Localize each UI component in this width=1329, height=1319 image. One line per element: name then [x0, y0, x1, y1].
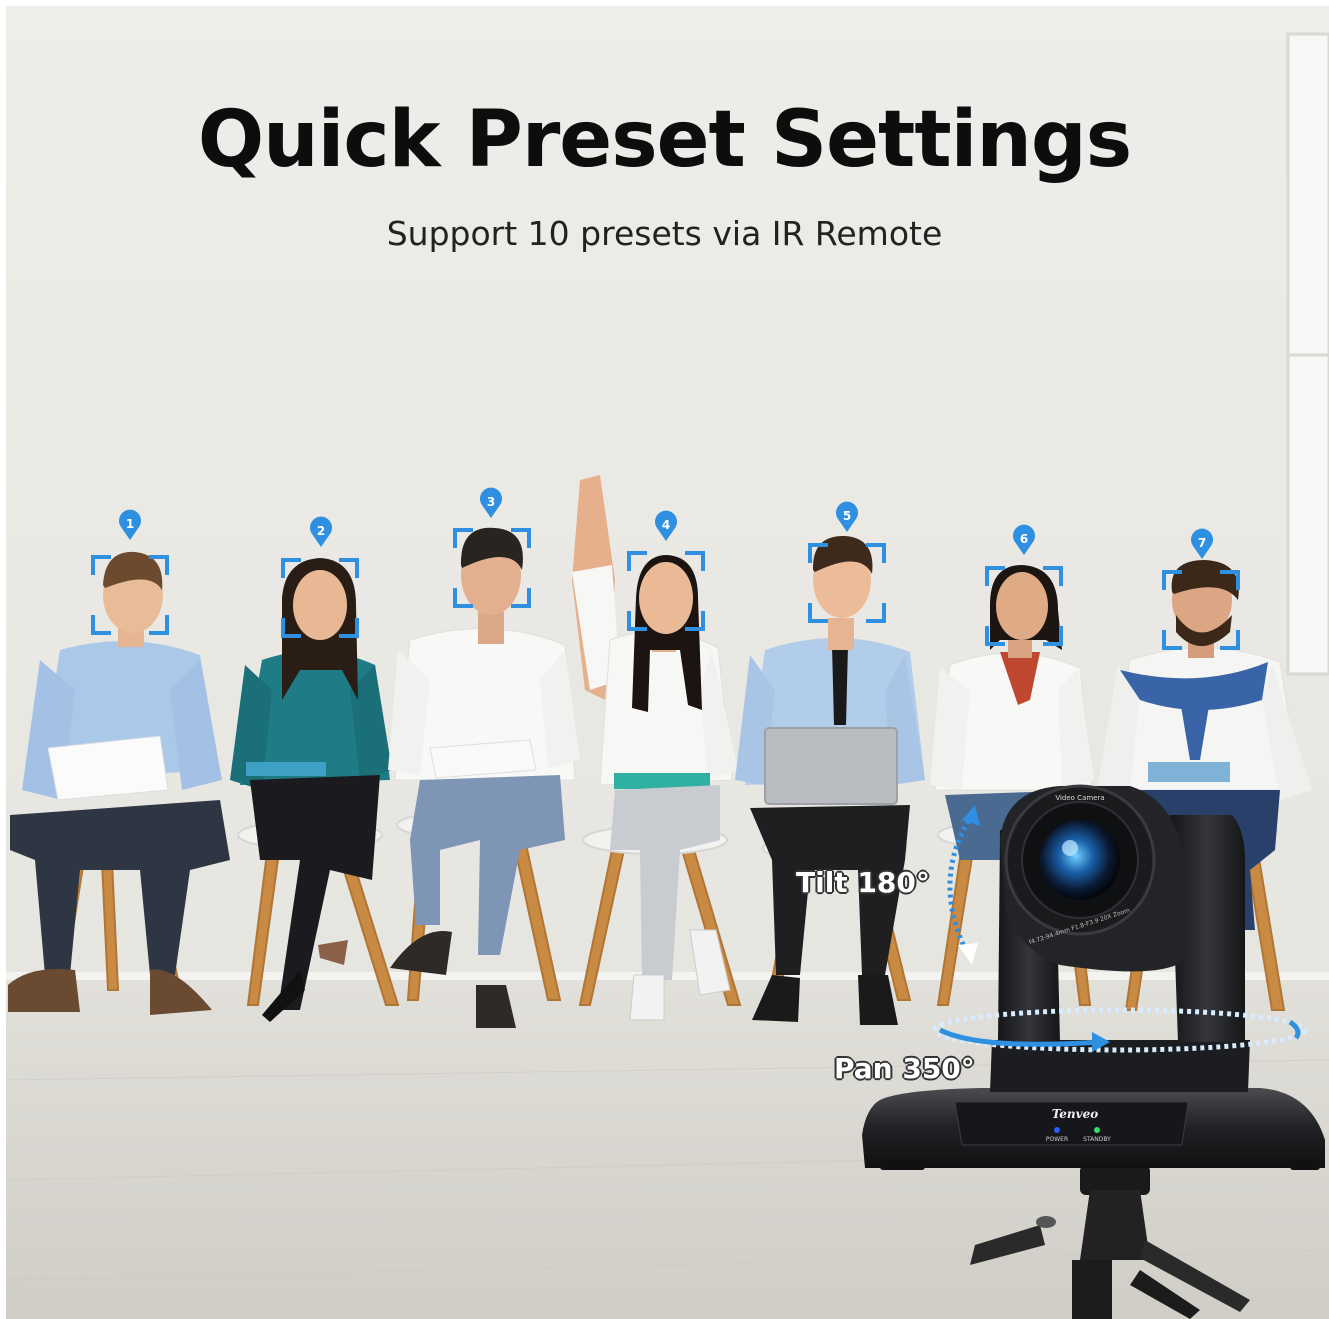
camera-base: Tenveo POWER STANDBY	[862, 1088, 1325, 1170]
preset-number-4: 4	[662, 518, 670, 532]
preset-number-7: 7	[1198, 536, 1206, 550]
lens-label: Video Camera	[1055, 794, 1104, 802]
preset-number-6: 6	[1020, 532, 1028, 546]
page-title: Quick Preset Settings	[197, 95, 1132, 185]
power-led	[1054, 1127, 1060, 1133]
preset-number-5: 5	[843, 509, 851, 523]
power-label: POWER	[1046, 1136, 1068, 1143]
pan-label: Pan 350°	[834, 1052, 975, 1085]
page-subtitle: Support 10 presets via IR Remote	[386, 214, 943, 253]
preset-number-3: 3	[487, 495, 495, 509]
tilt-label: Tilt 180°	[796, 866, 930, 899]
preset-number-1: 1	[126, 517, 134, 531]
preset-banner: 1 2 3 4 5 6 7 Tenveo POWER STANDBY Video…	[0, 0, 1329, 1319]
standby-led	[1094, 1127, 1100, 1133]
brand-logo: Tenveo	[1052, 1107, 1099, 1121]
preset-number-2: 2	[317, 524, 325, 538]
scene-illustration: 1 2 3 4 5 6 7 Tenveo POWER STANDBY Video…	[5, 6, 1329, 1319]
standby-label: STANDBY	[1083, 1136, 1111, 1143]
